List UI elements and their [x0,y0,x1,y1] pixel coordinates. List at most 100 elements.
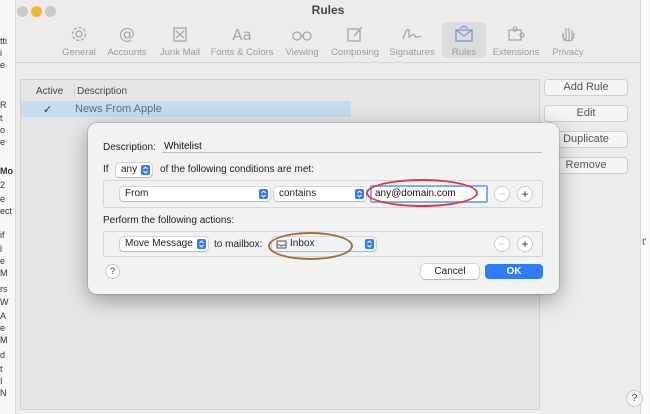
glasses-icon [282,25,322,47]
background-text-fragment: tti [0,36,8,46]
description-label: Description: [103,142,156,153]
background-text-fragment: rs [0,284,8,294]
rule-editor-dialog: Description: Whitelist If any of the fol… [88,123,559,294]
tab-label: Signatures [389,47,435,58]
inbox-tray-icon [276,239,287,254]
to-mailbox-label: to mailbox: [214,239,263,250]
background-text-fragment: t' [642,237,647,248]
tab-label: Fonts & Colors [210,47,274,58]
tab-label: Accounts [107,47,147,58]
remove-condition-button[interactable]: − [494,186,510,202]
chevron-updown-icon [141,165,150,175]
condition-operator-popup[interactable]: contains [274,187,366,201]
tab-label: General [62,47,96,58]
tab-label: Extensions [492,47,540,58]
window-title: Rules [311,3,345,17]
cancel-button[interactable]: Cancel [421,264,479,279]
background-text-fragment: Mo [0,166,13,176]
match-mode-popup[interactable]: any [116,163,152,177]
background-text-fragment: 2 [0,180,6,190]
tab-viewing[interactable]: Viewing [282,22,322,58]
chevron-updown-icon [365,239,374,249]
tab-general[interactable]: General [60,22,98,58]
background-window: tti i e Rt o e Mo 2 e ect if l e Mrs W Ae Md t I N [0,0,16,414]
if-label: If [103,164,109,175]
match-mode-value: any [121,164,138,175]
svg-text:@: @ [119,25,135,43]
condition-field-value: From [125,188,149,199]
condition-value-input[interactable]: any@domain.com [370,185,488,203]
background-text-fragment: t [0,113,3,123]
background-text-fragment: o [0,125,6,135]
active-checkbox[interactable]: ✓ [43,103,56,116]
tab-fonts-colors[interactable]: Aa Fonts & Colors [208,22,276,58]
add-condition-button[interactable]: + [517,186,533,202]
puzzle-icon [490,25,542,47]
junk-mail-icon [156,25,204,47]
background-text-fragment: e [0,194,6,204]
background-text-fragment: e [0,60,6,70]
font-icon: Aa [208,25,276,47]
mailbox-popup[interactable]: Inbox [272,237,376,251]
compose-icon [328,25,382,47]
background-text-fragment: e [0,137,6,147]
tab-label: Viewing [285,47,319,58]
background-window-right: t' [640,0,650,414]
tab-junk-mail[interactable]: Junk Mail [156,22,204,58]
help-button[interactable]: ? [626,390,643,407]
background-text-fragment: t [0,364,3,374]
conditions-label: of the following conditions are met: [160,164,314,175]
background-text-fragment: if [0,230,5,240]
rule-description: News From Apple [75,103,162,115]
background-text-fragment: W [0,297,9,307]
background-text-fragment: i [0,48,2,58]
background-text-fragment: N [0,388,7,398]
column-header-active[interactable]: Active [36,86,63,97]
add-rule-button[interactable]: Add Rule [544,79,628,96]
hand-icon [548,25,588,47]
chevron-updown-icon [259,189,268,199]
background-text-fragment: e [0,323,6,333]
tab-label: Composing [330,47,380,58]
condition-field-popup[interactable]: From [120,187,270,201]
chevron-updown-icon [355,189,364,199]
tab-label: Rules [451,47,477,58]
ok-button[interactable]: OK [485,264,543,279]
background-text-fragment: R [0,100,7,110]
remove-action-button[interactable]: − [494,236,510,252]
svg-text:Aa: Aa [232,26,251,43]
signature-icon [386,25,438,47]
tab-accounts[interactable]: @ Accounts [104,22,150,58]
tab-rules[interactable]: Rules [442,22,486,58]
background-text-fragment: l [0,244,2,254]
action-type-popup[interactable]: Move Message [120,237,208,251]
chevron-updown-icon [197,239,206,249]
tab-signatures[interactable]: Signatures [386,22,438,58]
rules-envelope-icon [442,25,486,47]
edit-rule-button[interactable]: Edit [544,105,628,122]
background-text-fragment: A [0,311,7,321]
background-text-fragment: e [0,256,6,266]
column-divider [74,84,75,98]
tab-label: Privacy [552,47,584,58]
toolbar-separator [16,62,640,63]
table-row[interactable]: ✓ News From Apple [21,101,351,117]
mailbox-value: Inbox [290,238,315,249]
action-type-value: Move Message [125,238,193,249]
background-text-fragment: ect [0,206,13,216]
tab-extensions[interactable]: Extensions [490,22,542,58]
tab-privacy[interactable]: Privacy [548,22,588,58]
background-text-fragment: d [0,350,6,360]
at-sign-icon: @ [104,25,150,47]
tab-label: Junk Mail [159,47,201,58]
gear-icon [60,25,98,47]
condition-operator-value: contains [279,188,317,199]
help-button[interactable]: ? [105,264,120,279]
column-header-description[interactable]: Description [77,86,127,97]
actions-label: Perform the following actions: [103,215,235,226]
add-action-button[interactable]: + [517,236,533,252]
tab-composing[interactable]: Composing [328,22,382,58]
preferences-toolbar: General @ Accounts Junk Mail Aa Fonts & … [16,22,640,58]
description-input[interactable]: Whitelist [162,141,542,153]
background-text-fragment: M [0,335,8,345]
